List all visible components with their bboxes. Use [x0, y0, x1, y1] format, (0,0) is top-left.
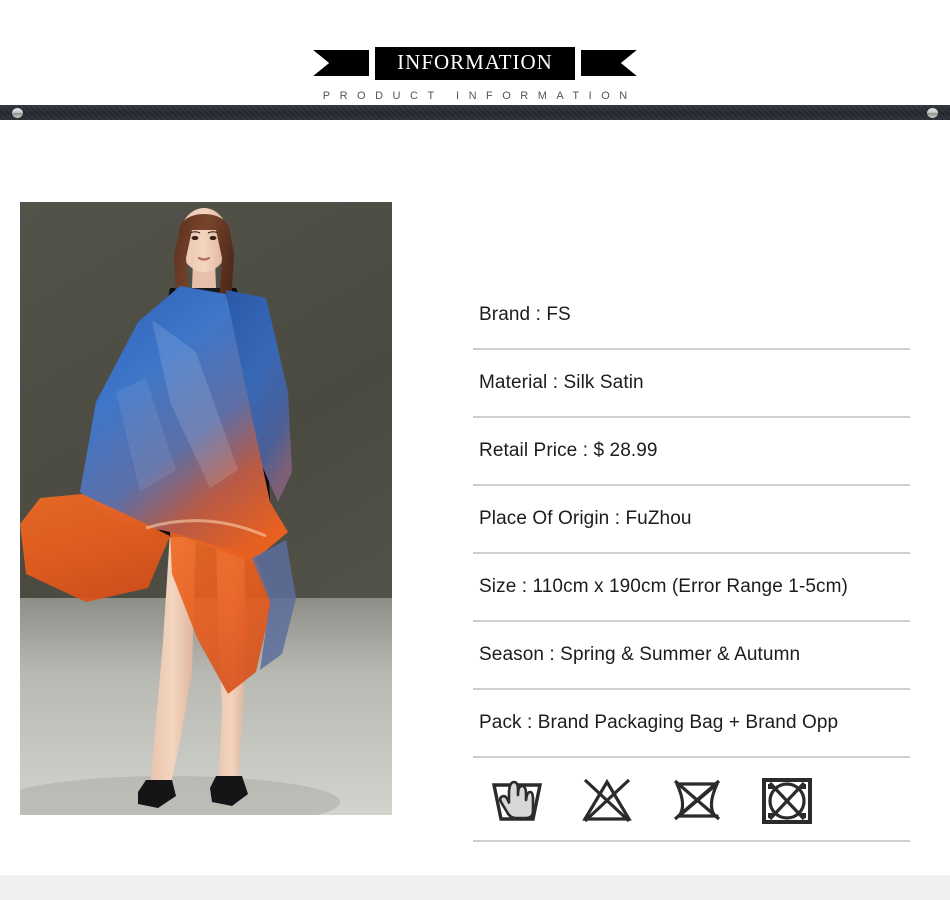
product-photo	[20, 202, 392, 815]
spec-row-retail-price: Retail Price : $ 28.99	[473, 418, 910, 486]
ribbon-tail-right-icon	[581, 50, 637, 76]
spec-row-pack: Pack : Brand Packaging Bag + Brand Opp	[473, 690, 910, 758]
spec-row-season: Season : Spring & Summer & Autumn	[473, 622, 910, 690]
spec-text-material: Material : Silk Satin	[479, 372, 644, 393]
ribbon-tail-left-icon	[313, 50, 370, 76]
do-not-wring-icon	[673, 779, 721, 821]
bar-end-dot-right-icon	[927, 108, 938, 118]
do-not-bleach-icon	[582, 778, 632, 823]
spec-row-brand: Brand : FS	[473, 282, 910, 350]
spec-row-size: Size : 110cm x 190cm (Error Range 1-5cm)	[473, 554, 910, 622]
spec-row-place-of-origin: Place Of Origin : FuZhou	[473, 486, 910, 554]
page-title: INFORMATION	[375, 46, 575, 80]
spec-text-season: Season : Spring & Summer & Autumn	[479, 644, 801, 665]
page-subtitle: PRODUCT INFORMATION	[322, 90, 637, 102]
care-symbol-row	[473, 758, 910, 842]
page-footer	[0, 875, 950, 900]
information-ribbon: INFORMATION	[0, 46, 950, 80]
product-information-content: Brand : FS Material : Silk Satin Retail …	[0, 122, 950, 842]
spec-text-pack: Pack : Brand Packaging Bag + Brand Opp	[479, 712, 839, 733]
spec-text-brand: Brand : FS	[479, 304, 571, 325]
product-spec-list: Brand : FS Material : Silk Satin Retail …	[473, 282, 910, 842]
header-divider-bar	[0, 105, 950, 120]
spec-row-material: Material : Silk Satin	[473, 350, 910, 418]
hand-wash-icon	[491, 780, 543, 821]
spec-text-place-of-origin: Place Of Origin : FuZhou	[479, 508, 692, 529]
bar-end-dot-left-icon	[12, 108, 23, 118]
do-not-tumble-dry-icon	[762, 778, 812, 824]
page-header: INFORMATION PRODUCT INFORMATION	[0, 0, 950, 122]
spec-text-retail-price: Retail Price : $ 28.99	[479, 440, 658, 461]
spec-text-size: Size : 110cm x 190cm (Error Range 1-5cm)	[479, 576, 848, 597]
